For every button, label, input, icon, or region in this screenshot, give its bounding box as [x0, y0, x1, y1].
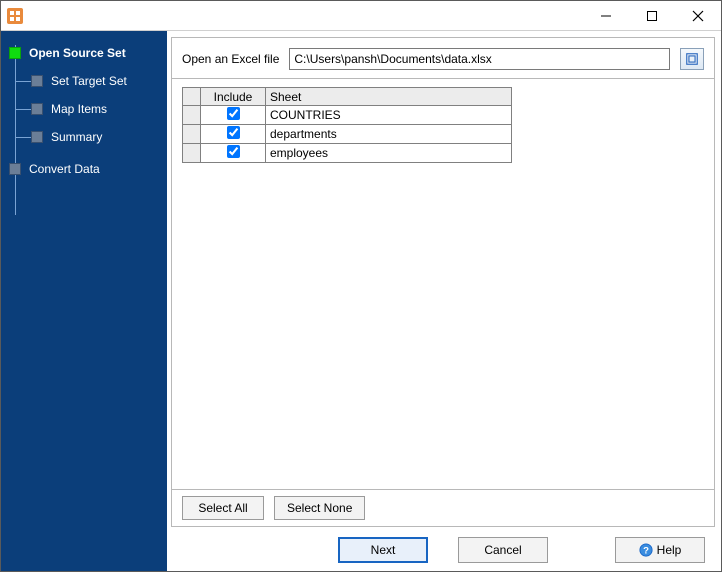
close-button[interactable] [675, 1, 721, 30]
titlebar [1, 1, 721, 31]
nav-summary[interactable]: Summary [9, 123, 161, 151]
nav-step-icon [31, 131, 43, 143]
corner-cell [183, 88, 201, 106]
wizard-footer: Next Cancel ? Help [171, 527, 715, 563]
nav-label: Summary [51, 130, 102, 144]
include-checkbox[interactable] [227, 126, 240, 139]
col-sheet: Sheet [266, 88, 512, 106]
nav-step-icon [9, 47, 21, 59]
nav-step-icon [31, 103, 43, 115]
open-file-label: Open an Excel file [182, 52, 279, 66]
nav-set-target-set[interactable]: Set Target Set [9, 67, 161, 95]
help-button[interactable]: ? Help [615, 537, 705, 563]
row-header[interactable] [183, 106, 201, 125]
nav-label: Map Items [51, 102, 107, 116]
select-none-button[interactable]: Select None [274, 496, 365, 520]
nav-step-icon [9, 163, 21, 175]
select-all-button[interactable]: Select All [182, 496, 264, 520]
sheet-name[interactable]: departments [266, 125, 512, 144]
nav-label: Convert Data [29, 162, 100, 176]
file-path-input[interactable] [289, 48, 670, 70]
svg-text:?: ? [643, 546, 649, 557]
window-controls [583, 1, 721, 30]
next-button[interactable]: Next [338, 537, 428, 563]
cancel-button[interactable]: Cancel [458, 537, 548, 563]
browse-icon [685, 52, 699, 66]
close-icon [692, 10, 704, 22]
table-row: employees [183, 144, 512, 163]
minimize-button[interactable] [583, 1, 629, 30]
nav-step-icon [31, 75, 43, 87]
table-row: departments [183, 125, 512, 144]
wizard-sidebar: Open Source Set Set Target Set Map Items… [1, 31, 167, 571]
main-panel: Open an Excel file Include Sheet [167, 31, 721, 571]
nav-label: Open Source Set [29, 46, 126, 60]
help-label: Help [657, 543, 682, 557]
select-buttons-row: Select All Select None [171, 490, 715, 527]
nav-map-items[interactable]: Map Items [9, 95, 161, 123]
maximize-button[interactable] [629, 1, 675, 30]
nav-label: Set Target Set [51, 74, 127, 88]
file-open-row: Open an Excel file [171, 37, 715, 78]
col-include: Include [201, 88, 266, 106]
row-header[interactable] [183, 125, 201, 144]
sheet-name[interactable]: employees [266, 144, 512, 163]
include-checkbox[interactable] [227, 107, 240, 120]
sheet-name[interactable]: COUNTRIES [266, 106, 512, 125]
nav-convert-data[interactable]: Convert Data [9, 155, 161, 183]
maximize-icon [647, 11, 657, 21]
nav-open-source-set[interactable]: Open Source Set [9, 39, 161, 67]
table-row: COUNTRIES [183, 106, 512, 125]
include-checkbox[interactable] [227, 145, 240, 158]
app-icon [7, 8, 23, 24]
browse-button[interactable] [680, 48, 704, 70]
app-window: Open Source Set Set Target Set Map Items… [0, 0, 722, 572]
sheet-list-panel: Include Sheet COUNTRIES [171, 78, 715, 490]
minimize-icon [601, 11, 611, 21]
row-header[interactable] [183, 144, 201, 163]
help-icon: ? [639, 543, 653, 557]
sheet-table: Include Sheet COUNTRIES [182, 87, 512, 163]
